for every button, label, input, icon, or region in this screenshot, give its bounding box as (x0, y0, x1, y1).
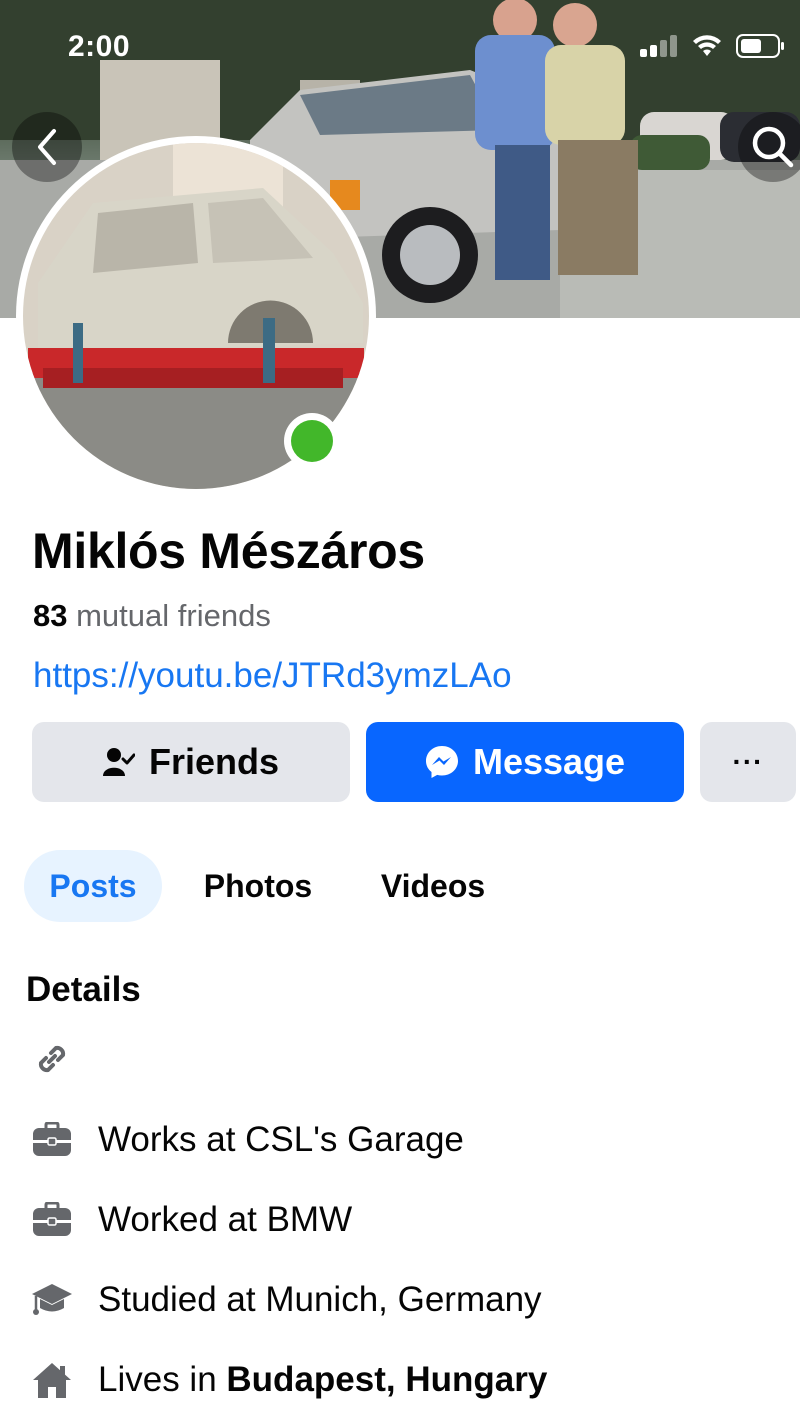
more-options-icon: ··· (732, 746, 764, 777)
more-options-button[interactable]: ··· (700, 722, 796, 802)
profile-link[interactable]: https://youtu.be/JTRd3ymzLAo (33, 656, 512, 696)
home-icon (30, 1358, 74, 1402)
profile-name: Miklós Mészáros (32, 523, 425, 579)
status-icons (640, 34, 786, 58)
status-time: 2:00 (68, 30, 131, 63)
detail-text: Studied at Munich, Germany (98, 1280, 542, 1319)
battery-icon (736, 34, 784, 58)
message-button-label: Message (472, 741, 626, 782)
lives-in-prefix: Lives in (98, 1360, 227, 1399)
details-heading: Details (26, 970, 141, 1009)
search-button[interactable] (738, 112, 800, 182)
messenger-icon (425, 746, 458, 778)
detail-text: Works at CSL's Garage (98, 1120, 464, 1159)
briefcase-icon (30, 1198, 74, 1242)
detail-website[interactable] (30, 1037, 98, 1081)
graduation-cap-icon (30, 1278, 74, 1322)
detail-text: Worked at BMW (98, 1200, 353, 1239)
signal-icon (640, 35, 677, 57)
tab-posts[interactable]: Posts (24, 850, 162, 922)
friend-check-icon (102, 748, 135, 776)
search-icon (752, 126, 794, 168)
friends-button-label: Friends (148, 741, 280, 782)
detail-text: Lives in Budapest, Hungary (98, 1360, 547, 1400)
lives-in-location[interactable]: Budapest, Hungary (226, 1360, 547, 1399)
tab-photos[interactable]: Photos (190, 850, 326, 922)
tab-videos[interactable]: Videos (366, 850, 500, 922)
message-button[interactable]: Message (366, 722, 684, 802)
mutual-friends-count: 83 (33, 598, 68, 633)
link-icon (30, 1037, 74, 1081)
chevron-left-icon (38, 129, 56, 165)
mutual-friends[interactable]: 83 mutual friends (33, 598, 271, 634)
friends-button[interactable]: Friends (32, 722, 350, 802)
briefcase-icon (30, 1118, 74, 1162)
mutual-friends-label: mutual friends (76, 598, 271, 633)
detail-location[interactable]: Lives in Budapest, Hungary (30, 1358, 547, 1402)
detail-work-current[interactable]: Works at CSL's Garage (30, 1118, 464, 1162)
detail-education[interactable]: Studied at Munich, Germany (30, 1278, 542, 1322)
wifi-icon (693, 35, 721, 56)
online-status-indicator (284, 413, 340, 469)
back-button[interactable] (12, 112, 82, 182)
detail-work-past[interactable]: Worked at BMW (30, 1198, 352, 1242)
